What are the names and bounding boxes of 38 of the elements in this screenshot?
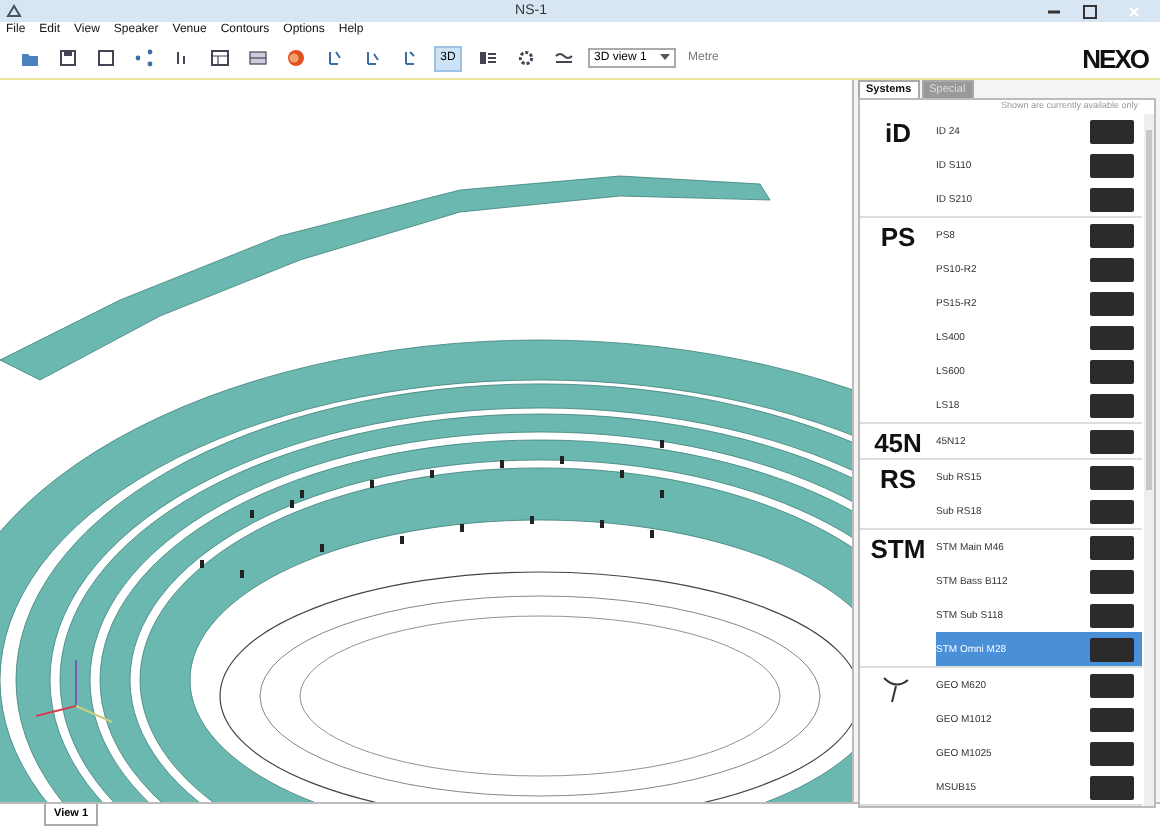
series-logo: STM: [870, 534, 926, 568]
series-logo: RS: [879, 464, 917, 498]
caret-icon: [660, 54, 670, 62]
speaker-photo: [1090, 429, 1134, 453]
speaker-photo: [1090, 741, 1134, 765]
save-icon[interactable]: [54, 45, 80, 71]
speaker-photo: [1090, 603, 1134, 627]
close-icon: [1124, 1, 1144, 21]
speaker-photo: [1090, 325, 1134, 349]
speaker-photo: [1090, 223, 1134, 247]
speaker-photo: [1090, 393, 1134, 417]
speaker-photo: [1090, 465, 1134, 489]
speaker-photo: [1090, 775, 1134, 799]
square-icon[interactable]: [92, 45, 118, 71]
speaker-photo: [1090, 499, 1134, 523]
speaker-photo: [1090, 707, 1134, 731]
maximize-icon: [1079, 1, 1099, 21]
speaker-photo: [1090, 359, 1134, 383]
app-icon: [6, 3, 22, 19]
speaker-photo: [1090, 257, 1134, 281]
speaker-photo: [1090, 637, 1134, 661]
series-logo: 45N: [874, 428, 922, 458]
speaker-photo: [1090, 187, 1134, 211]
series-logo: iD: [885, 118, 911, 152]
scrollbar[interactable]: [1144, 114, 1154, 806]
table-icon[interactable]: [206, 45, 232, 71]
speaker-photo: [1090, 569, 1134, 593]
speaker-photo: [1090, 119, 1134, 143]
sphere-icon[interactable]: [282, 45, 308, 71]
speaker-photo: [1090, 291, 1134, 315]
series-logo: PS: [880, 222, 916, 256]
speaker-photo: [1090, 153, 1134, 177]
share-icon[interactable]: [130, 45, 156, 71]
brand-logo: NEXO: [1082, 43, 1148, 73]
grid-icon[interactable]: [244, 45, 270, 71]
speaker-photo: [1090, 673, 1134, 697]
minimize-icon: [1047, 9, 1059, 13]
speaker-photo: [1090, 535, 1134, 559]
